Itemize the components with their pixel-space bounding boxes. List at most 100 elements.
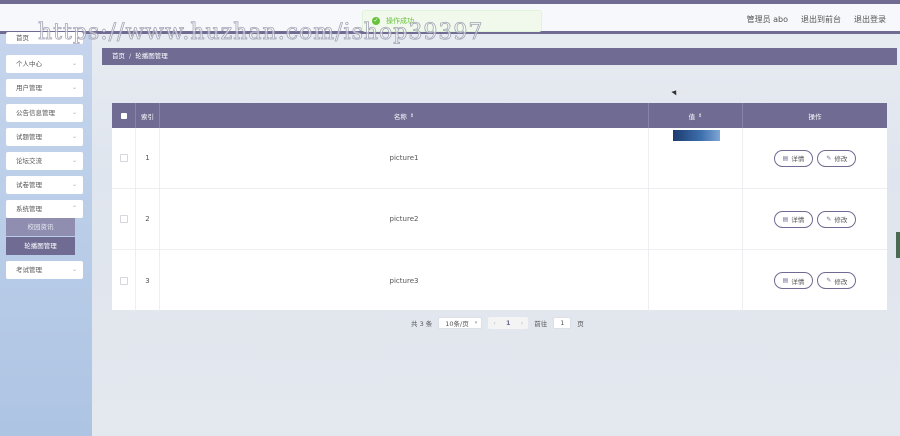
logout-link[interactable]: 退出登录	[854, 14, 886, 25]
row-name: picture2	[160, 189, 649, 249]
sidebar-item-label: 公告信息管理	[16, 109, 55, 117]
row-actions: ▤ 详情 ✎ 修改	[743, 189, 887, 249]
header-actions-label: 操作	[808, 112, 822, 121]
goto-prefix: 前往	[534, 320, 548, 328]
table-row: 3 picture3 ▤ 详情 ✎ 修改	[112, 250, 887, 311]
current-page[interactable]: 1	[506, 319, 511, 327]
sidebar-item-home[interactable]: 首页	[6, 32, 83, 44]
header-name-label: 名称	[393, 112, 407, 121]
success-toast: ✓ 操作成功	[362, 10, 542, 32]
prev-page-icon[interactable]: ‹	[493, 320, 495, 327]
goto-page-input[interactable]: 1	[553, 317, 572, 329]
sidebar-item-label: 首页	[16, 34, 29, 42]
select-all-cell[interactable]	[112, 103, 136, 128]
chevron-down-icon: ⌄	[71, 181, 77, 188]
sidebar-item-label: 考试管理	[16, 266, 42, 274]
header-actions: 管理员 abo 退出到前台 退出登录	[747, 14, 886, 25]
sidebar-item-user-management[interactable]: 用户管理 ⌄	[6, 79, 83, 97]
sidebar-item-personal-center[interactable]: 个人中心 ⌄	[6, 55, 83, 73]
sidebar-item-papers[interactable]: 试卷管理 ⌄	[6, 176, 83, 194]
scrollbar-thumb[interactable]	[896, 232, 900, 258]
sidebar: 首页 个人中心 ⌄ 用户管理 ⌄ 公告信息管理 ⌄ 试题管理 ⌄ 论坛交流 ⌄ …	[0, 32, 92, 436]
document-icon: ▤	[782, 277, 789, 284]
header-name[interactable]: 名称 ⇕	[160, 103, 649, 128]
header-index: 索引	[136, 103, 160, 128]
row-index: 3	[136, 250, 160, 311]
pencil-icon: ✎	[826, 154, 832, 162]
sort-caret-icon[interactable]: ⇕	[410, 113, 414, 119]
row-index: 2	[136, 189, 160, 249]
breadcrumb-separator: /	[129, 52, 132, 60]
carousel-table: 索引 名称 ⇕ 值 ⇕ 操作 1 picture1 ▤ 详情 ✎ 修改 2 pictur…	[112, 103, 887, 311]
page-navigator: ‹ 1 ›	[488, 317, 529, 329]
row-select-cell[interactable]	[112, 128, 136, 188]
table-row: 1 picture1 ▤ 详情 ✎ 修改	[112, 128, 887, 189]
toast-message: 操作成功	[386, 17, 414, 25]
row-checkbox[interactable]	[119, 276, 128, 285]
sidebar-item-label: 试卷管理	[16, 181, 42, 189]
sidebar-item-label: 论坛交流	[16, 157, 42, 165]
row-value	[649, 128, 743, 188]
breadcrumb-home[interactable]: 首页	[112, 52, 125, 60]
detail-button-label: 详情	[791, 216, 805, 224]
sort-caret-icon[interactable]: ⇕	[698, 113, 702, 119]
chevron-down-icon: ⌄	[71, 84, 77, 91]
sidebar-subitem-carousel[interactable]: 轮播图管理	[6, 237, 75, 255]
edit-button[interactable]: ✎ 修改	[817, 272, 857, 289]
edit-button-label: 修改	[834, 277, 848, 286]
sidebar-subitem-campus-news[interactable]: 校园资讯	[6, 218, 75, 236]
select-all-checkbox[interactable]	[120, 112, 127, 119]
sidebar-item-label: 试题管理	[16, 133, 42, 141]
back-to-front-link[interactable]: 退出到前台	[801, 14, 841, 25]
sidebar-item-system[interactable]: 系统管理 ⌃	[6, 200, 83, 218]
row-checkbox[interactable]	[119, 215, 128, 223]
row-select-cell[interactable]	[112, 189, 136, 249]
row-value	[649, 189, 743, 249]
sidebar-item-label: 个人中心	[16, 60, 42, 68]
detail-button[interactable]: ▤ 详情	[773, 210, 814, 228]
mouse-cursor-icon	[671, 88, 679, 96]
chevron-down-icon: ⌄	[71, 60, 77, 67]
edit-button-label: 修改	[834, 155, 848, 163]
chevron-down-icon: ⌄	[71, 157, 77, 164]
header-value-label: 值	[688, 112, 696, 121]
carousel-image-thumbnail[interactable]	[673, 130, 720, 141]
row-select-cell[interactable]	[112, 250, 136, 311]
header-actions: 操作	[743, 103, 887, 128]
sidebar-item-label: 用户管理	[16, 84, 42, 92]
chevron-down-icon: ⌄	[71, 109, 77, 116]
edit-button-label: 修改	[834, 216, 848, 224]
pencil-icon: ✎	[826, 277, 832, 284]
sidebar-item-label: 系统管理	[16, 205, 42, 213]
chevron-down-icon: ⌄	[71, 133, 77, 140]
row-index: 1	[136, 128, 160, 188]
table-header: 索引 名称 ⇕ 值 ⇕ 操作	[112, 103, 887, 128]
row-checkbox[interactable]	[119, 154, 128, 162]
sidebar-item-exams[interactable]: 考试管理 ⌄	[6, 261, 83, 279]
sidebar-item-questions[interactable]: 试题管理 ⌄	[6, 128, 83, 146]
sidebar-item-announcement[interactable]: 公告信息管理 ⌄	[6, 104, 83, 122]
pagination: 共 3 条 10条/页 ▾ ‹ 1 › 前往 1 页	[411, 317, 584, 329]
chevron-up-icon: ⌃	[71, 205, 77, 212]
table-row: 2 picture2 ▤ 详情 ✎ 修改	[112, 189, 887, 250]
check-circle-icon: ✓	[372, 17, 380, 25]
row-actions: ▤ 详情 ✎ 修改	[743, 128, 887, 188]
detail-button[interactable]: ▤ 详情	[773, 149, 814, 167]
page-size-select[interactable]: 10条/页 ▾	[438, 317, 483, 329]
header-value[interactable]: 值 ⇕	[649, 103, 743, 128]
document-icon: ▤	[782, 154, 789, 162]
edit-button[interactable]: ✎ 修改	[817, 149, 857, 167]
row-actions: ▤ 详情 ✎ 修改	[743, 250, 887, 311]
detail-button-label: 详情	[791, 277, 805, 286]
edit-button[interactable]: ✎ 修改	[817, 210, 857, 228]
next-page-icon[interactable]: ›	[521, 320, 523, 327]
pencil-icon: ✎	[826, 215, 832, 223]
chevron-down-icon: ▾	[474, 320, 478, 326]
row-name: picture3	[160, 250, 649, 311]
sidebar-item-forum[interactable]: 论坛交流 ⌄	[6, 152, 83, 170]
document-icon: ▤	[782, 215, 789, 223]
current-user: 管理员 abo	[746, 15, 788, 24]
breadcrumb: 首页 / 轮播图管理	[102, 48, 897, 65]
detail-button[interactable]: ▤ 详情	[773, 272, 814, 289]
row-value	[649, 250, 743, 311]
